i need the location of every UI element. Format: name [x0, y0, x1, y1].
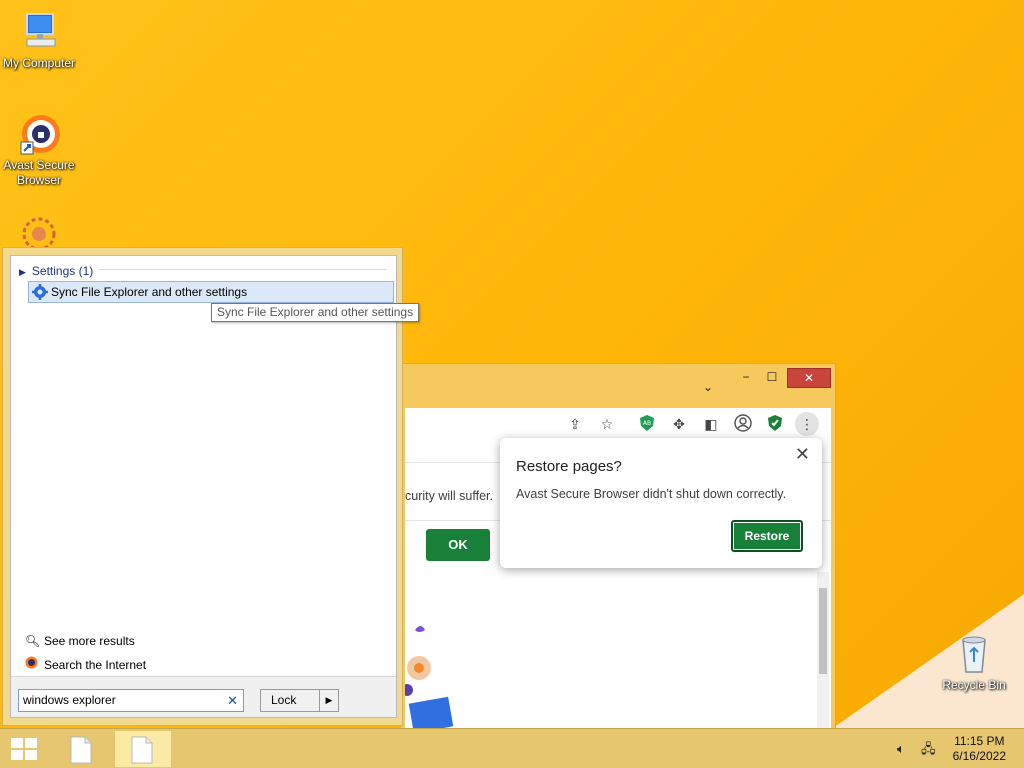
see-more-results-link[interactable]: 🔍︎ See more results — [25, 634, 135, 648]
search-bottom-bar: windows explorer ✕ Lock ▶ — [11, 676, 396, 717]
security-shield-icon[interactable] — [765, 414, 785, 434]
expand-triangle-icon: ▶ — [19, 267, 26, 277]
desktop-icon-label: Avast Secure Browser — [3, 158, 75, 187]
results-category[interactable]: ▶ Settings (1) — [19, 264, 93, 278]
clock[interactable]: 11:15 PM 6/16/2022 — [953, 734, 1006, 764]
side-panel-icon[interactable]: ◧ — [701, 414, 721, 434]
tab-list-chevron-icon[interactable]: ⌄ — [693, 378, 723, 398]
dialog-message: Avast Secure Browser didn't shut down co… — [516, 487, 787, 501]
desktop-icon-avast-browser[interactable]: Avast Secure Browser — [1, 112, 77, 188]
desktop-icon-recycle-bin[interactable]: Recycle Bin — [936, 632, 1012, 693]
menu-kebab-icon[interactable]: ⋮ — [795, 412, 819, 436]
illustration-image — [405, 626, 454, 730]
clock-time: 11:15 PM — [954, 734, 1005, 748]
lock-button[interactable]: Lock — [260, 689, 320, 712]
result-label: Sync File Explorer and other settings — [51, 285, 248, 299]
recycle-bin-icon — [952, 632, 996, 676]
dialog-title: Restore pages? — [516, 458, 622, 475]
clear-search-icon[interactable]: ✕ — [227, 690, 238, 711]
scrollbar[interactable] — [817, 572, 829, 728]
close-button[interactable]: ✕ — [787, 368, 831, 388]
taskbar: 🔈︎ 🖧︎ 11:15 PM 6/16/2022 — [0, 728, 1024, 768]
windows-logo-icon — [11, 738, 37, 760]
profile-icon[interactable] — [733, 414, 753, 434]
close-icon[interactable]: ✕ — [795, 444, 810, 465]
restore-button[interactable]: Restore — [731, 520, 803, 552]
app-icon — [17, 212, 61, 248]
magnifier-icon: 🔍︎ — [25, 634, 41, 648]
computer-icon — [17, 10, 61, 54]
clock-date: 6/16/2022 — [952, 749, 1006, 763]
avast-browser-icon — [17, 112, 61, 156]
search-internet-label: Search the Internet — [44, 658, 147, 672]
category-divider — [99, 269, 387, 270]
gear-icon — [32, 284, 48, 306]
search-internet-link[interactable]: Search the Internet — [25, 656, 146, 672]
document-icon — [131, 736, 153, 764]
search-results-pane: ▶ Settings (1) Sync File Explorer and oth… — [10, 255, 397, 718]
scrollbar-thumb[interactable] — [819, 588, 827, 674]
search-query-text: windows explorer — [23, 693, 116, 707]
document-icon — [70, 736, 92, 764]
browser-icon — [25, 656, 41, 672]
start-button[interactable] — [0, 730, 58, 768]
see-more-label: See more results — [44, 634, 135, 648]
extensions-puzzle-icon[interactable]: ✥ — [669, 414, 689, 434]
category-label: Settings (1) — [31, 264, 94, 278]
desktop-icon-label: Recycle Bin — [942, 678, 1006, 692]
ok-button[interactable]: OK — [426, 529, 490, 561]
desktop-icon-label: My Computer — [2, 56, 76, 70]
search-input[interactable]: windows explorer ✕ — [18, 689, 244, 712]
power-options-arrow-icon[interactable]: ▶ — [319, 689, 339, 712]
bookmark-star-icon[interactable]: ☆ — [597, 414, 617, 434]
maximize-button[interactable]: ☐ — [757, 368, 787, 388]
page-partial-text: curity will suffer. — [405, 489, 493, 503]
svg-text:AB: AB — [643, 420, 651, 427]
volume-muted-icon[interactable]: 🔈︎ — [897, 741, 905, 757]
taskbar-app-file-active[interactable] — [114, 730, 172, 768]
taskbar-app-file[interactable] — [56, 730, 114, 768]
adblock-shield-icon[interactable]: AB — [637, 414, 657, 434]
network-icon[interactable]: 🖧︎ — [921, 740, 936, 762]
desktop-icon-my-computer[interactable]: My Computer — [1, 10, 77, 71]
tooltip: Sync File Explorer and other settings — [211, 303, 420, 322]
search-result-item[interactable]: Sync File Explorer and other settings — [28, 281, 394, 303]
desktop-icon-partial[interactable] — [1, 212, 77, 248]
restore-pages-dialog: Restore pages? ✕ Avast Secure Browser di… — [500, 438, 822, 568]
browser-toolbar: ⇪ ☆ AB ✥ ◧ ⋮ — [405, 408, 831, 440]
share-icon[interactable]: ⇪ — [565, 414, 585, 434]
